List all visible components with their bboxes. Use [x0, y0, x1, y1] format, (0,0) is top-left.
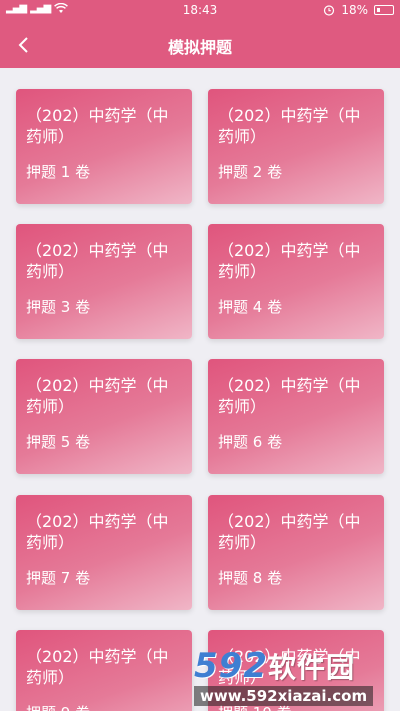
paper-card-6[interactable]: （202）中药学（中药师） 押题 6 卷: [208, 359, 384, 474]
card-paper-label: 押题 9 卷: [26, 702, 182, 711]
status-right: 18%: [323, 3, 394, 17]
card-subject: （202）中药学（中药师）: [218, 512, 361, 552]
alarm-icon: [324, 5, 335, 16]
paper-card-4[interactable]: （202）中药学（中药师） 押题 4 卷: [208, 224, 384, 339]
paper-grid: （202）中药学（中药师） 押题 1 卷 （202）中药学（中药师） 押题 2 …: [0, 68, 400, 711]
paper-card-2[interactable]: （202）中药学（中药师） 押题 2 卷: [208, 89, 384, 204]
page-title: 模拟押题: [167, 38, 232, 57]
card-subject: （202）中药学（中药师）: [26, 106, 169, 146]
card-paper-label: 押题 10 卷: [218, 702, 374, 711]
card-paper-label: 押题 1 卷: [26, 163, 91, 181]
card-paper-label: 押题 5 卷: [26, 433, 91, 451]
card-subject: （202）中药学（中药师）: [218, 106, 361, 146]
card-paper-label: 押题 4 卷: [218, 298, 283, 316]
card-subject: （202）中药学（中药师）: [218, 241, 361, 281]
paper-card-10[interactable]: （202）中药学（中药师） 押题 10 卷: [208, 630, 384, 711]
card-subject: （202）中药学（中药师）: [218, 647, 361, 687]
card-subject: （202）中药学（中药师）: [218, 376, 361, 416]
card-subject: （202）中药学（中药师）: [26, 376, 169, 416]
card-subject: （202）中药学（中药师）: [26, 512, 169, 552]
battery-percent: 18%: [341, 3, 368, 17]
paper-card-7[interactable]: （202）中药学（中药师） 押题 7 卷: [16, 495, 192, 610]
card-paper-label: 押题 6 卷: [218, 433, 283, 451]
battery-icon: [374, 5, 394, 15]
card-subject: （202）中药学（中药师）: [26, 647, 169, 687]
card-paper-label: 押题 3 卷: [26, 298, 91, 316]
nav-bar: 模拟押题: [0, 22, 400, 68]
card-subject: （202）中药学（中药师）: [26, 241, 169, 281]
card-paper-label: 押题 2 卷: [218, 163, 283, 181]
paper-card-9[interactable]: （202）中药学（中药师） 押题 9 卷: [16, 630, 192, 711]
paper-card-5[interactable]: （202）中药学（中药师） 押题 5 卷: [16, 359, 192, 474]
card-paper-label: 押题 8 卷: [218, 569, 283, 587]
card-paper-label: 押题 7 卷: [26, 569, 91, 587]
status-bar: ▂▄▆ ▂▄▆ 18:43 18%: [0, 0, 400, 22]
paper-card-3[interactable]: （202）中药学（中药师） 押题 3 卷: [16, 224, 192, 339]
paper-card-1[interactable]: （202）中药学（中药师） 押题 1 卷: [16, 89, 192, 204]
paper-card-8[interactable]: （202）中药学（中药师） 押题 8 卷: [208, 495, 384, 610]
